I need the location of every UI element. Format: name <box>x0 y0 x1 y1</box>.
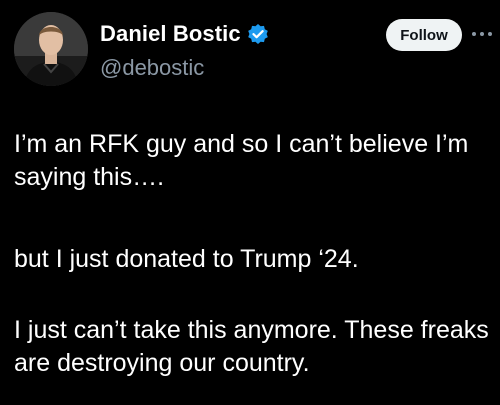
post-paragraph: I’m an RFK guy and so I can’t believe I’… <box>14 130 476 191</box>
follow-button[interactable]: Follow <box>386 19 462 51</box>
avatar[interactable] <box>14 12 88 86</box>
tweet-card: Daniel Bostic @debostic Follow I’m an RF… <box>0 0 500 405</box>
author-display-name[interactable]: Daniel Bostic <box>100 21 241 47</box>
more-dots-icon[interactable] <box>470 24 494 44</box>
author-name-row: Daniel Bostic <box>100 19 269 49</box>
post-paragraph: but I just donated to Trump ‘24. <box>14 245 359 273</box>
author-handle[interactable]: @debostic <box>100 55 204 81</box>
post-paragraph: I just can’t take this anymore. These fr… <box>14 316 496 377</box>
verified-badge-icon <box>247 23 269 45</box>
